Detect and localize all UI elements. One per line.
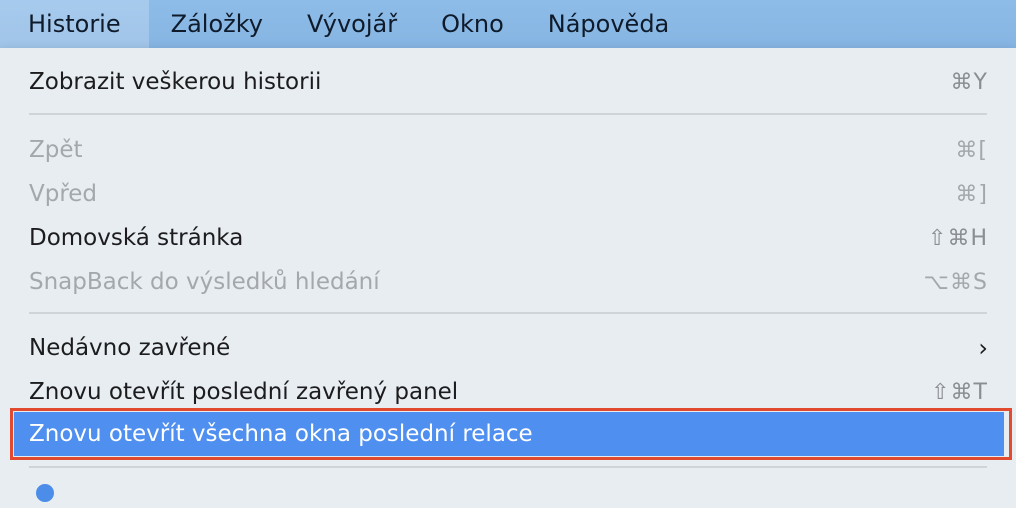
menubar-vyvojar[interactable]: Vývojář: [285, 0, 419, 48]
shortcut-label: ⌘[: [955, 137, 988, 163]
menu-item-reopen-last-closed-tab[interactable]: Znovu otevřít poslední zavřený panel ⇧⌘T: [0, 370, 1016, 414]
menu-item-snapback: SnapBack do výsledků hledání ⌥⌘S: [0, 260, 1016, 304]
menu-bar: Historie Záložky Vývojář Okno Nápověda: [0, 0, 1016, 48]
menubar-zalozky[interactable]: Záložky: [149, 0, 285, 48]
menu-item-reopen-all-windows[interactable]: Znovu otevřít všechna okna poslední rela…: [14, 412, 1004, 456]
menu-item-home-page[interactable]: Domovská stránka ⇧⌘H: [0, 216, 1016, 260]
menu-item-forward: Vpřed ⌘]: [0, 172, 1016, 216]
menu-item-label: SnapBack do výsledků hledání: [29, 269, 380, 295]
chevron-right-icon: ›: [978, 334, 988, 362]
menu-item-back: Zpět ⌘[: [0, 128, 1016, 172]
menu-item-show-all-history[interactable]: Zobrazit veškerou historii ⌘Y: [0, 60, 1016, 104]
shortcut-label: ⌥⌘S: [923, 269, 988, 295]
shortcut-label: ⌘Y: [950, 69, 988, 95]
menu-item-label: Zpět: [29, 137, 83, 163]
menubar-napoveda[interactable]: Nápověda: [526, 0, 692, 48]
menu-item-label: Nedávno zavřené: [29, 335, 231, 361]
shortcut-label: ⇧⌘H: [928, 225, 988, 251]
menu-item-label: Vpřed: [29, 181, 98, 207]
menu-separator: [29, 312, 987, 314]
menubar-historie[interactable]: Historie: [0, 0, 149, 48]
menu-item-label: Zobrazit veškerou historii: [29, 69, 322, 95]
menubar-okno[interactable]: Okno: [419, 0, 526, 48]
history-menu: Zobrazit veškerou historii ⌘Y Zpět ⌘[ Vp…: [0, 48, 1016, 508]
menu-item-label: Domovská stránka: [29, 225, 244, 251]
menu-item-label: Znovu otevřít poslední zavřený panel: [29, 379, 459, 405]
shortcut-label: ⌘]: [955, 181, 988, 207]
menu-item-recently-closed[interactable]: Nedávno zavřené ›: [0, 326, 1016, 370]
safari-icon: [36, 484, 54, 502]
shortcut-label: ⇧⌘T: [931, 379, 988, 405]
menu-separator: [29, 466, 987, 468]
menu-item-label: Znovu otevřít všechna okna poslední rela…: [29, 421, 533, 447]
menu-separator: [29, 113, 987, 115]
